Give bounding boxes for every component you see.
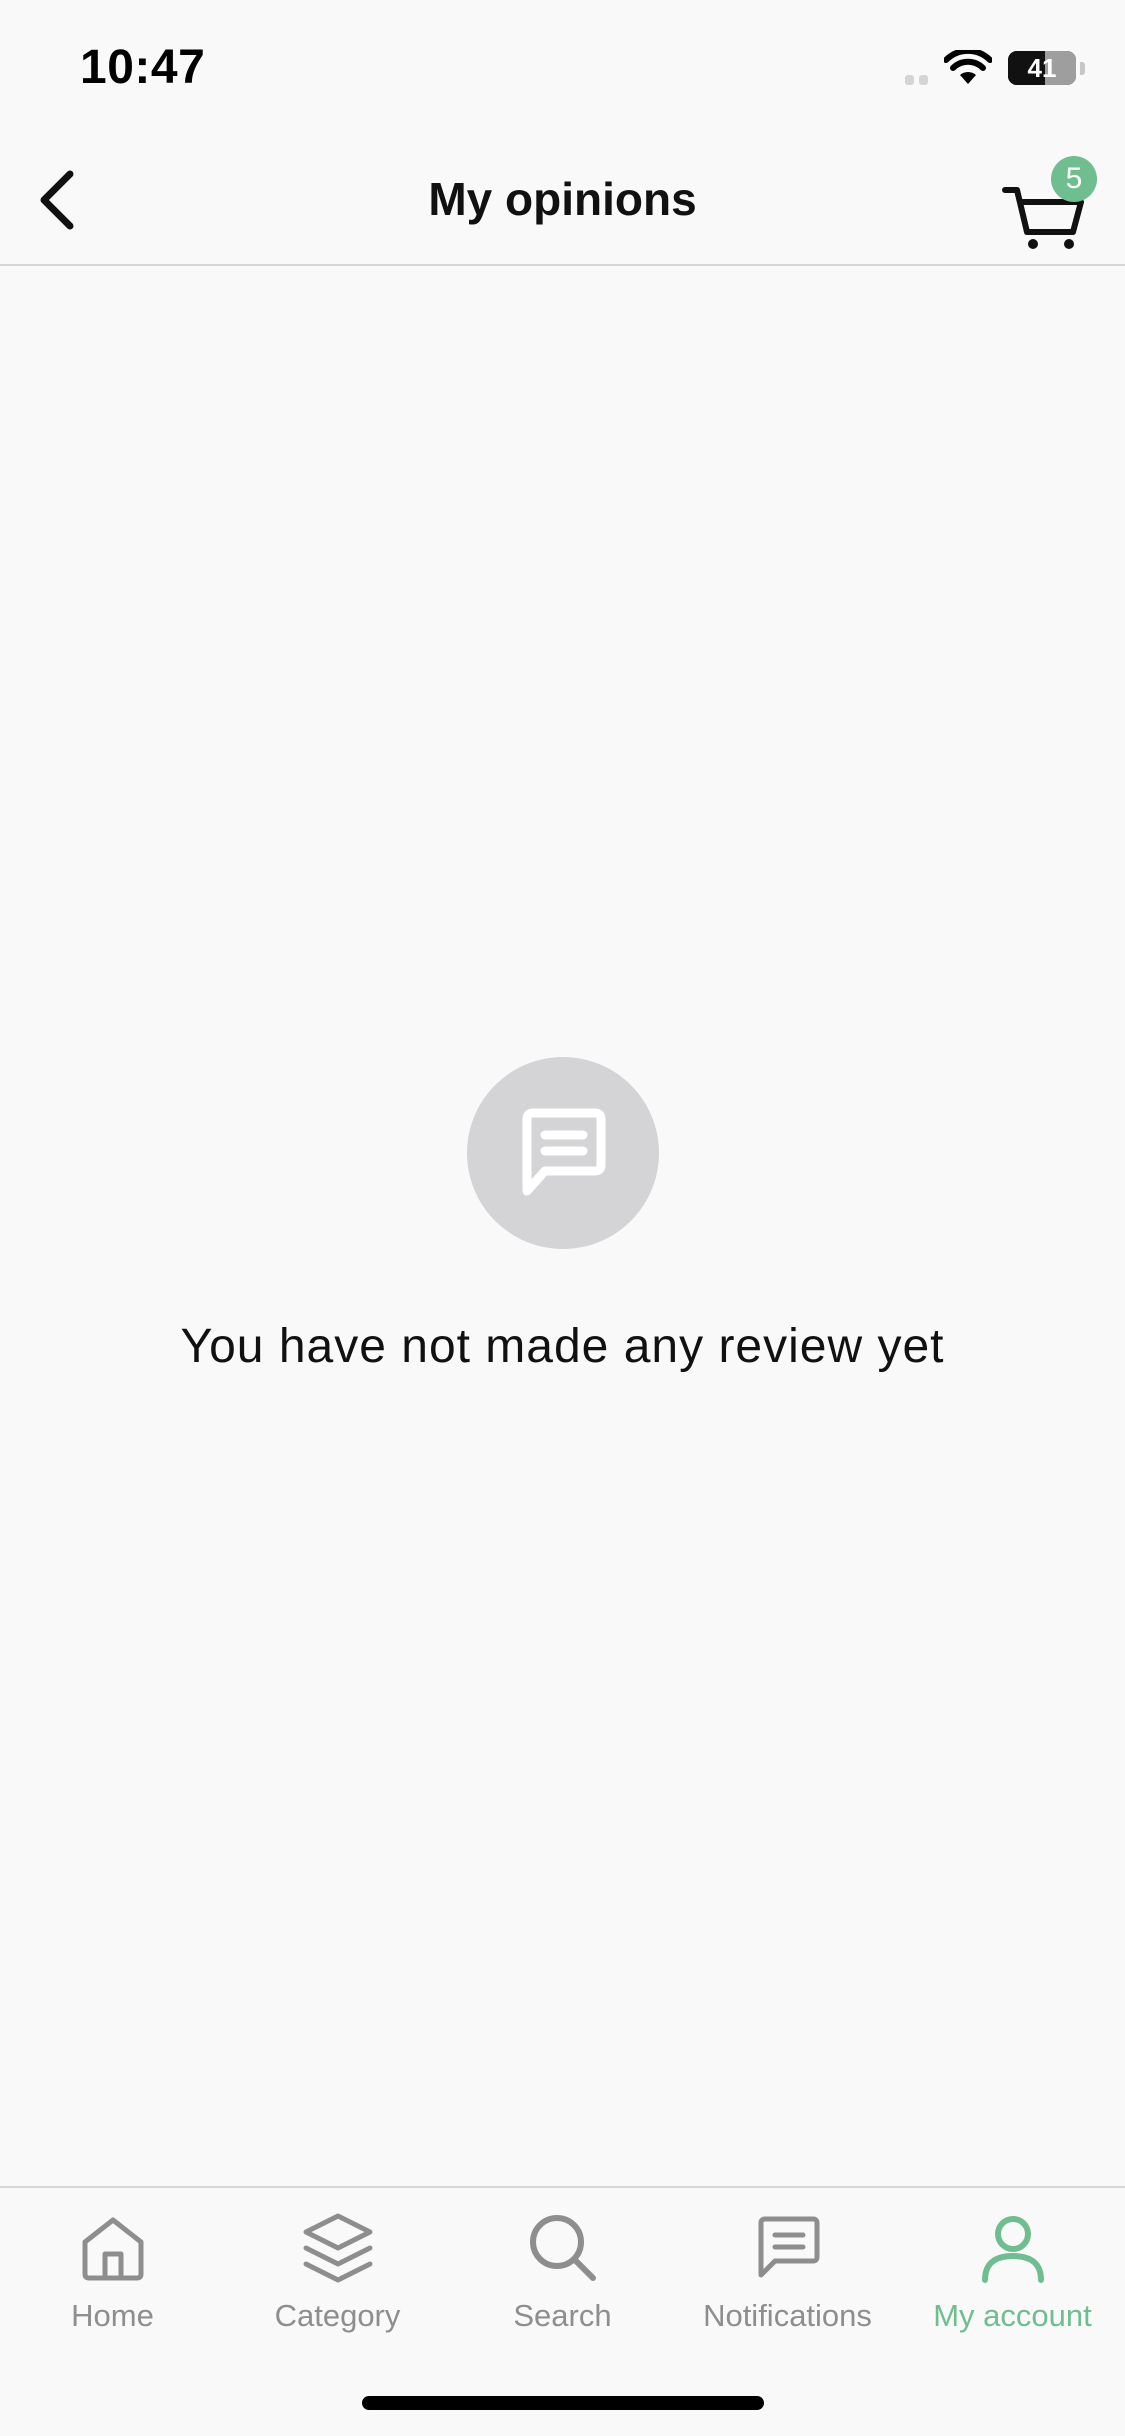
cart-count-badge: 5 bbox=[1051, 156, 1097, 202]
home-indicator[interactable] bbox=[362, 2396, 764, 2410]
status-bar: 10:47 41 bbox=[0, 0, 1125, 132]
wifi-icon bbox=[944, 50, 992, 84]
cart-button[interactable]: 5 bbox=[1001, 156, 1097, 252]
chat-bubble-icon bbox=[522, 1108, 605, 1196]
tab-home[interactable]: Home bbox=[0, 2208, 225, 2348]
tab-notifications-label: Notifications bbox=[703, 2298, 872, 2333]
tab-category[interactable]: Category bbox=[225, 2208, 450, 2348]
navigation-bar: My opinions 5 bbox=[0, 132, 1125, 266]
battery-icon: 41 bbox=[1008, 51, 1076, 85]
search-icon bbox=[523, 2208, 603, 2288]
tab-notifications[interactable]: Notifications bbox=[675, 2208, 900, 2348]
layers-icon bbox=[298, 2208, 378, 2288]
empty-state-icon bbox=[466, 1057, 659, 1249]
page-title: My opinions bbox=[428, 173, 697, 225]
status-icons: 41 bbox=[905, 50, 1085, 86]
chat-bubble-icon bbox=[748, 2208, 828, 2288]
tab-category-label: Category bbox=[274, 2298, 401, 2333]
tab-my-account[interactable]: My account bbox=[900, 2208, 1125, 2348]
cellular-signal-icon bbox=[905, 51, 928, 85]
battery-level: 41 bbox=[1027, 53, 1057, 83]
tab-search[interactable]: Search bbox=[450, 2208, 675, 2348]
home-icon bbox=[73, 2208, 153, 2288]
status-time: 10:47 bbox=[80, 41, 206, 94]
user-icon bbox=[973, 2208, 1053, 2288]
tab-search-label: Search bbox=[513, 2298, 612, 2333]
battery-cap bbox=[1080, 61, 1085, 75]
tab-my-account-label: My account bbox=[933, 2298, 1092, 2333]
empty-state-message: You have not made any review yet bbox=[180, 1320, 945, 1373]
tab-home-label: Home bbox=[71, 2298, 154, 2333]
empty-state: You have not made any review yet bbox=[0, 1057, 1125, 1374]
